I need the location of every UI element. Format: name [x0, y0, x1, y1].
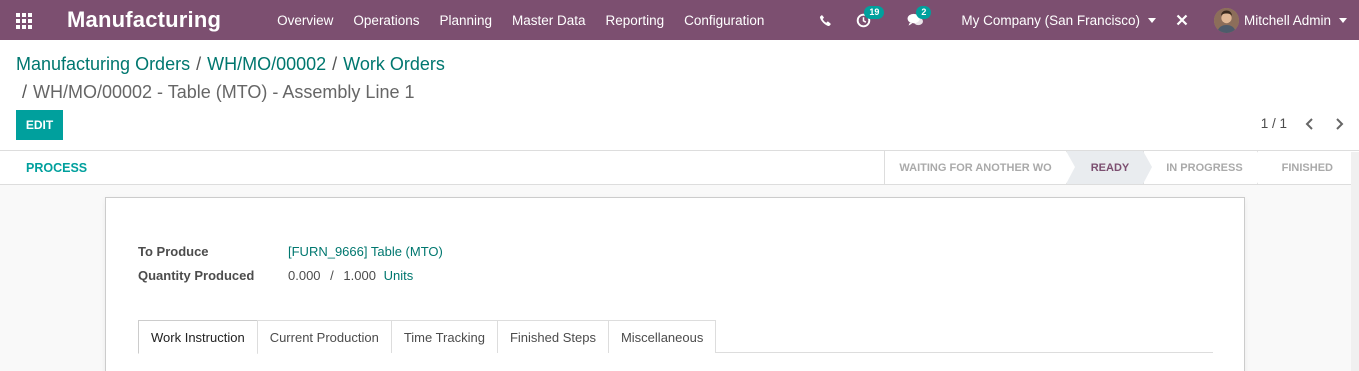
breadcrumb-work-orders[interactable]: Work Orders: [343, 54, 445, 74]
messages-chat-icon[interactable]: 2: [905, 6, 932, 30]
avatar: [1213, 7, 1239, 33]
qty-produced-value: 0.000: [288, 268, 321, 283]
stage-pipeline: WAITING FOR ANOTHER WO READY IN PROGRESS…: [884, 151, 1359, 184]
chevron-left-icon[interactable]: [1303, 117, 1315, 131]
to-produce-label: To Produce: [138, 244, 209, 259]
tab-current-production[interactable]: Current Production: [256, 320, 392, 353]
top-navbar: Manufacturing Overview Operations Planni…: [0, 0, 1359, 40]
qty-total-value: 1.000: [343, 268, 376, 283]
apps-grid-icon[interactable]: [16, 13, 34, 29]
activity-clock-icon[interactable]: 19: [853, 6, 885, 30]
pager-value[interactable]: 1 / 1: [1261, 116, 1287, 131]
breadcrumb: Manufacturing Orders / WH/MO/00002/Work Or…: [16, 52, 616, 104]
breadcrumb-current-line: / WH/MO/00002 - Table (MTO) - Assembly Li…: [16, 80, 616, 104]
to-produce-product-link[interactable]: [FURN_9666] Table (MTO): [288, 244, 443, 259]
stage-ready[interactable]: READY: [1065, 151, 1153, 184]
menu-operations[interactable]: Operations: [343, 13, 429, 28]
status-bar: PROCESS WAITING FOR ANOTHER WO READY IN …: [0, 151, 1359, 185]
app-name[interactable]: Manufacturing: [67, 7, 221, 33]
company-name: My Company (San Francisco): [961, 12, 1140, 28]
qty-separator: /: [330, 268, 334, 283]
quantity-produced-label: Quantity Produced: [138, 268, 255, 283]
menu-master-data[interactable]: Master Data: [502, 13, 596, 28]
user-menu[interactable]: Mitchell Admin: [1213, 7, 1347, 33]
chevron-down-icon: [1147, 17, 1156, 23]
form-sheet: To Produce [FURN_9666] Table (MTO) Quant…: [105, 197, 1245, 371]
breadcrumb-separator: /: [196, 54, 202, 74]
pager: 1 / 1: [1261, 116, 1345, 131]
activity-count-badge: 19: [864, 6, 885, 19]
menu-reporting[interactable]: Reporting: [596, 13, 675, 28]
close-debug-icon[interactable]: [1172, 10, 1192, 30]
breadcrumb-current: WH/MO/00002 - Table (MTO) - Assembly Lin…: [33, 82, 415, 102]
menu-planning[interactable]: Planning: [429, 13, 502, 28]
process-button[interactable]: PROCESS: [26, 161, 87, 175]
tab-time-tracking[interactable]: Time Tracking: [390, 320, 498, 353]
breadcrumb-separator: /: [332, 54, 338, 74]
stage-label: FINISHED: [1281, 161, 1333, 174]
quantity-produced-field: Quantity Produced 0.000 / 1.000 Units: [138, 268, 413, 283]
stage-waiting[interactable]: WAITING FOR ANOTHER WO: [884, 151, 1075, 184]
edit-button[interactable]: EDIT: [16, 110, 63, 140]
stage-in-progress[interactable]: IN PROGRESS: [1143, 151, 1266, 184]
breadcrumb-manufacturing-orders[interactable]: Manufacturing Orders: [16, 54, 190, 74]
messages-count-badge: 2: [916, 6, 932, 19]
control-panel: Manufacturing Orders / WH/MO/00002/Work Or…: [0, 40, 1359, 151]
to-produce-field: To Produce [FURN_9666] Table (MTO): [138, 244, 443, 259]
breadcrumb-mo[interactable]: WH/MO/00002: [207, 54, 326, 74]
tab-miscellaneous[interactable]: Miscellaneous: [607, 320, 717, 353]
uom-link[interactable]: Units: [384, 268, 414, 283]
breadcrumb-separator: /: [22, 82, 28, 102]
chevron-right-icon[interactable]: [1333, 117, 1345, 131]
main-menu: Overview Operations Planning Master Data…: [267, 13, 774, 28]
scrollbar[interactable]: [1351, 152, 1359, 371]
notebook-tabs: Work Instruction Current Production Time…: [138, 320, 1213, 354]
phone-icon[interactable]: [815, 10, 835, 30]
menu-overview[interactable]: Overview: [267, 13, 343, 28]
tab-work-instruction[interactable]: Work Instruction: [138, 320, 258, 354]
chevron-down-icon: [1339, 17, 1347, 23]
stage-label: IN PROGRESS: [1166, 161, 1243, 174]
menu-configuration[interactable]: Configuration: [674, 13, 774, 28]
tab-finished-steps[interactable]: Finished Steps: [496, 320, 609, 353]
stage-label: READY: [1090, 161, 1130, 174]
company-switcher[interactable]: My Company (San Francisco): [961, 13, 1156, 28]
stage-finished[interactable]: FINISHED: [1256, 151, 1359, 184]
user-name: Mitchell Admin: [1243, 12, 1331, 28]
stage-label: WAITING FOR ANOTHER WO: [899, 161, 1052, 174]
navbar-systray: 19 2 My Company (San Francisco) Mitchell…: [815, 0, 1359, 40]
